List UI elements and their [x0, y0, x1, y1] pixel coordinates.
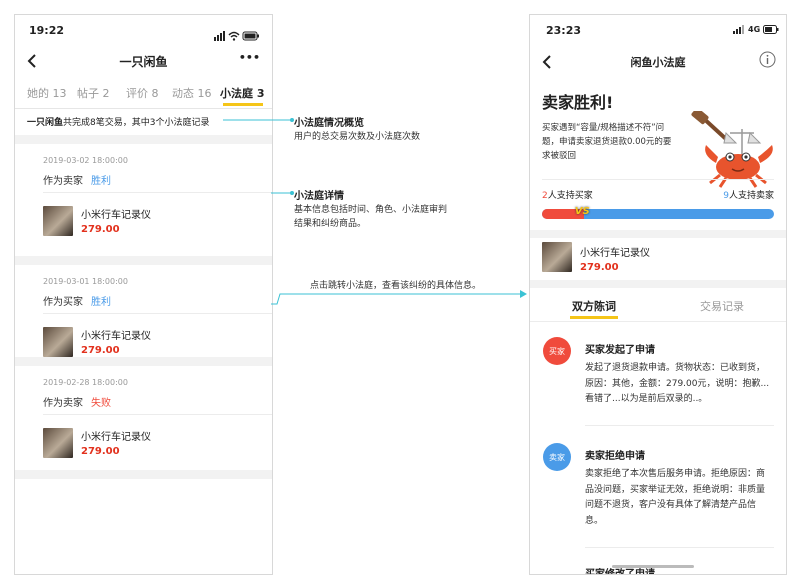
network-label: 4G	[748, 25, 761, 34]
signal-icon	[733, 25, 744, 34]
battery-icon	[763, 25, 779, 34]
product-price: 279.00	[580, 262, 619, 273]
crab-judge-icon	[691, 111, 773, 188]
court-detail-screen: 23:23 4G 闲鱼小法庭 卖家胜利! 买家遇到“容量/规格描述不符”问题，申…	[529, 14, 787, 575]
info-icon[interactable]	[759, 51, 776, 72]
annotation-title: 小法庭详情	[294, 191, 344, 202]
verdict-description: 买家遇到“容量/规格描述不符”问题，申请卖家退货退款0.00元的要求被驳回	[542, 123, 672, 161]
seller-support-label: 人支持卖家	[728, 191, 774, 201]
statement-body: 卖家拒绝了本次售后服务申请。拒绝原因：商品没问题，买家举证无效，拒绝说明：非质量…	[585, 469, 766, 526]
product-card[interactable]: 小米行车记录仪 279.00	[530, 238, 786, 280]
page-title: 闲鱼小法庭	[630, 56, 686, 69]
buyer-support-label: 人支持买家	[547, 191, 593, 201]
tab-statements[interactable]: 双方陈词	[530, 298, 658, 314]
vs-badge: VS	[574, 206, 590, 217]
divider	[585, 547, 774, 548]
buyer-support: 2人支持买家	[542, 188, 593, 201]
seller-avatar: 卖家	[543, 443, 571, 471]
status-icons: 4G	[733, 25, 779, 34]
annotation-text: 基本信息包括时间、角色、小法庭审判结果和纠纷商品。	[294, 205, 448, 229]
section-gap	[530, 230, 786, 238]
product-thumbnail	[542, 242, 572, 272]
divider	[585, 425, 774, 426]
section-gap	[530, 280, 786, 288]
divider	[530, 321, 786, 322]
annotation-text: 点击跳转小法庭，查看该纠纷的具体信息。	[310, 281, 482, 291]
tab-trade-records[interactable]: 交易记录	[658, 298, 786, 314]
status-time: 23:23	[546, 24, 582, 37]
statement-title: 买家发起了申请	[585, 345, 655, 356]
home-indicator	[612, 565, 694, 568]
annotation-text: 用户的总交易次数及小法庭次数	[294, 132, 421, 142]
verdict-title: 卖家胜利!	[542, 93, 614, 112]
divider	[542, 179, 774, 180]
seller-support: 9人支持卖家	[723, 188, 774, 201]
tab-indicator	[570, 316, 618, 319]
buyer-avatar: 买家	[543, 337, 571, 365]
statement-title: 卖家拒绝申请	[585, 451, 645, 462]
product-name: 小米行车记录仪	[580, 248, 650, 259]
annotation-title: 小法庭情况概览	[294, 118, 364, 129]
statement-body: 发起了退货退款申请。货物状态：已收到货，原因：其他，金额：279.00元，说明：…	[585, 363, 770, 404]
